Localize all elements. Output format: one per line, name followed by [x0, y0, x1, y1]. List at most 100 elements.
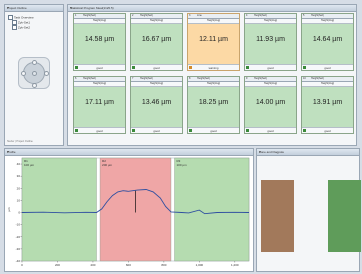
cell-value: 18.25 µm — [198, 99, 229, 106]
cell-measure-type: Height(Avg) — [245, 82, 296, 87]
zone-left-swatch[interactable] — [261, 180, 294, 252]
result-cell[interactable]: 3 Line Height(Avg) 12.11 µm warning — [187, 13, 240, 71]
result-cell[interactable]: 4 Height(fwd) Height(Avg) 11.93 µm good — [244, 13, 297, 71]
nav-up-icon[interactable] — [32, 60, 37, 65]
cell-status: good — [267, 128, 274, 133]
zone-overview-titlebar: Zone and Flagpole ▾ — [257, 149, 359, 156]
cell-footer: good — [74, 127, 125, 133]
cell-value: 12.11 µm — [199, 36, 228, 43]
cell-name: Height(fwd) — [140, 77, 153, 80]
x-tick-label: 800 — [161, 263, 166, 267]
result-cell[interactable]: 6 Height(fwd) Height(Avg) 17.11 µm good — [73, 76, 126, 134]
cell-name: Height(fwd) — [254, 77, 267, 80]
pin-icon[interactable]: ▾ — [259, 149, 357, 154]
x-tick-label: 0 — [21, 263, 23, 267]
results-grid-panel: Statistical Program Meal(1/4/0.5) ▾ 1 Hei… — [67, 4, 357, 146]
profile-plot-panel: Profile ▾ R1 100 µm R2 200 µm R3 100 µm 40 30 20… — [4, 148, 254, 272]
cell-value: 11.93 µm — [256, 36, 285, 43]
cell-index: 7 — [132, 77, 134, 80]
cell-index: 3 — [189, 14, 191, 17]
cell-measure-type: Height(Avg) — [302, 82, 353, 87]
cell-status: good — [267, 65, 274, 70]
cell-index: 4 — [246, 14, 248, 17]
cell-name: Height(fwd) — [254, 14, 267, 17]
cell-status: good — [153, 128, 160, 133]
cell-value: 17.11 µm — [85, 99, 114, 106]
cell-measure-type: Height(Avg) — [74, 19, 125, 24]
cell-name: Height(fwd) — [311, 14, 324, 17]
result-cell[interactable]: 1 Height(fwd) Height(Avg) 14.58 µm good — [73, 13, 126, 71]
results-grid-titlebar: Statistical Program Meal(1/4/0.5) ▾ — [68, 5, 356, 12]
cell-name: Height(fwd) — [83, 77, 96, 80]
cell-measure-type: Height(Avg) — [131, 82, 182, 87]
cell-measure-type: Height(Avg) — [302, 19, 353, 24]
cell-value: 13.46 µm — [141, 99, 172, 106]
tree-item-label: Task Overview — [14, 15, 34, 20]
file-icon — [12, 25, 17, 30]
project-outline-titlebar: Project Outline ▾ — [5, 5, 63, 12]
cell-name: Height(fwd) — [140, 14, 153, 17]
pin-icon[interactable]: ▾ — [7, 149, 251, 154]
cell-name: Height(fwd) — [311, 77, 324, 80]
y-tick-label: 20 — [17, 186, 21, 190]
cell-status: good — [96, 128, 103, 133]
cell-name: Line — [197, 14, 202, 17]
region-size: 200 µm — [102, 163, 113, 167]
cell-value: 14.00 µm — [255, 99, 286, 106]
pin-icon[interactable]: ▾ — [70, 5, 354, 10]
cell-name: Height(fwd) — [197, 77, 210, 80]
cell-status: good — [324, 128, 331, 133]
cell-measure-type: Height(Avg) — [188, 82, 239, 87]
nav-left-icon[interactable] — [21, 71, 26, 76]
y-tick-label: -40 — [16, 259, 21, 263]
cell-index: 10 — [303, 77, 306, 80]
project-outline-footer: Sterler | Project Outline — [7, 140, 33, 143]
region-size: 100 µm — [177, 163, 188, 167]
cell-index: 5 — [303, 14, 305, 17]
cell-status: good — [153, 65, 160, 70]
cell-status: warning — [208, 65, 219, 70]
tree-item-zyk-set2[interactable]: Zyk-Set2 — [12, 25, 30, 30]
result-cell[interactable]: 9 Height(fwd) Height(Avg) 14.00 µm good — [244, 76, 297, 134]
zone-overview-panel: Zone and Flagpole ▾ — [256, 148, 361, 272]
y-tick-label: -30 — [16, 247, 21, 251]
cell-footer: good — [302, 127, 353, 133]
zone-right-swatch[interactable] — [328, 180, 361, 252]
pin-icon[interactable]: ▾ — [7, 5, 61, 10]
result-cell[interactable]: 7 Height(fwd) Height(Avg) 13.46 µm good — [130, 76, 183, 134]
cell-value: 14.64 µm — [312, 36, 343, 43]
nav-right-icon[interactable] — [44, 71, 49, 76]
cell-measure-type: Height(Avg) — [245, 19, 296, 24]
nav-center-icon[interactable] — [32, 71, 37, 76]
nav-down-icon[interactable] — [32, 83, 37, 88]
cell-name: Height(fwd) — [83, 14, 96, 17]
x-tick-label: 400 — [90, 263, 95, 267]
profile-chart[interactable]: R1100 µmR2200 µmR3100 µm403020100-10-20-… — [5, 155, 253, 271]
cell-index: 6 — [75, 77, 77, 80]
result-cell[interactable]: 2 Height(fwd) Height(Avg) 16.67 µm good — [130, 13, 183, 71]
x-tick-label: 200 — [55, 263, 60, 267]
cell-status: good — [96, 65, 103, 70]
cell-value: 14.58 µm — [84, 36, 115, 43]
region-band — [174, 157, 250, 262]
x-tick-label: 1,200 — [231, 263, 239, 267]
cell-status: good — [210, 128, 217, 133]
region-size: 100 µm — [24, 163, 35, 167]
cell-index: 2 — [132, 14, 134, 17]
cell-footer: good — [302, 64, 353, 70]
cell-measure-type: Height(Avg) — [188, 19, 239, 24]
region-band — [21, 157, 97, 262]
y-tick-label: -20 — [16, 235, 21, 239]
result-cell[interactable]: 10 Height(fwd) Height(Avg) 13.91 µm good — [301, 76, 354, 134]
y-tick-label: 0 — [18, 211, 20, 215]
x-tick-label: 600 — [126, 263, 131, 267]
navigation-pad[interactable] — [18, 57, 50, 89]
cell-index: 9 — [246, 77, 248, 80]
cell-footer: warning — [188, 64, 239, 70]
result-cell[interactable]: 8 Height(fwd) Height(Avg) 18.25 µm good — [187, 76, 240, 134]
cell-footer: good — [245, 64, 296, 70]
y-axis-label: µm — [7, 207, 11, 212]
x-tick-label: 1,000 — [196, 263, 204, 267]
cell-measure-type: Height(Avg) — [131, 19, 182, 24]
result-cell[interactable]: 5 Height(fwd) Height(Avg) 14.64 µm good — [301, 13, 354, 71]
